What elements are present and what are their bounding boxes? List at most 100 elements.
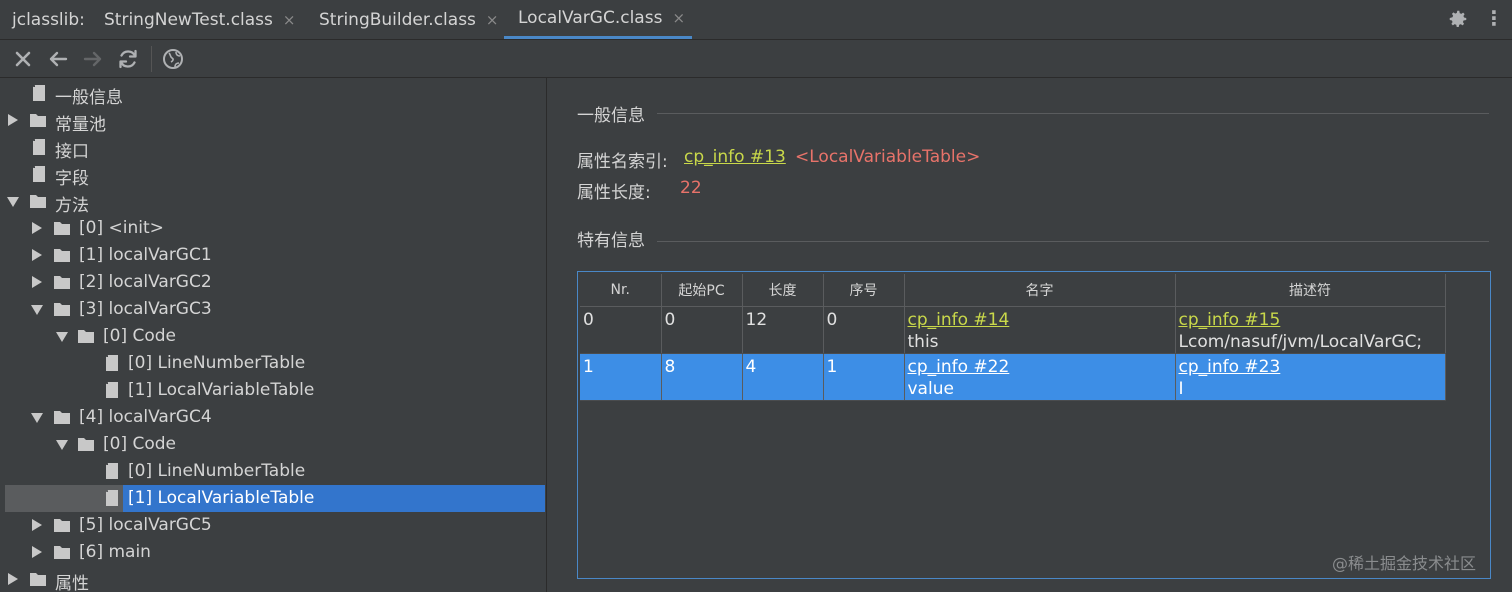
tree-node-label: [0] LineNumberTable bbox=[128, 353, 306, 373]
name-cp-link[interactable]: cp_info #22 bbox=[908, 356, 1172, 378]
editor-tab-bar: jclasslib: StringNewTest.class × StringB… bbox=[0, 0, 1512, 40]
tree-node-fields[interactable]: 字段 bbox=[0, 161, 545, 189]
tree-node-local-variable-table-selected[interactable]: [1] LocalVariableTable bbox=[0, 485, 545, 512]
tree-node-method-localvargc3[interactable]: [3] localVarGC3 bbox=[0, 296, 545, 323]
expand-arrow-icon[interactable] bbox=[32, 276, 42, 288]
tree-node-label: 方法 bbox=[55, 196, 89, 216]
cell-text: 0 bbox=[826, 310, 838, 330]
name-value: this bbox=[907, 332, 939, 352]
tab-stringnewtest[interactable]: StringNewTest.class × bbox=[104, 0, 295, 39]
expand-arrow-icon[interactable] bbox=[32, 519, 42, 531]
tab-localvargc[interactable]: LocalVarGC.class × bbox=[504, 0, 692, 39]
close-icon[interactable]: × bbox=[486, 11, 499, 29]
expand-arrow-icon[interactable] bbox=[32, 249, 42, 261]
attr-name-value: <LocalVariableTable> bbox=[795, 147, 981, 167]
table-header-row: Nr. 起始PC 长度 序号 名字 描述符 bbox=[580, 274, 1446, 307]
folder-icon bbox=[30, 114, 46, 127]
column-header-start-pc[interactable]: 起始PC bbox=[661, 274, 743, 307]
tree-node-label: [0] Code bbox=[103, 434, 177, 454]
cell-text: 0 bbox=[664, 310, 676, 330]
tabbar-prefix: jclasslib: bbox=[12, 10, 85, 30]
table-row[interactable]: 0 0 12 0 cp_info #14 this cp_info #15 Lc… bbox=[580, 306, 1446, 354]
tree-node-method-localvargc1[interactable]: [1] localVarGC1 bbox=[0, 242, 545, 269]
tree-node-label: 一般信息 bbox=[55, 88, 123, 108]
folder-icon bbox=[54, 249, 70, 262]
descriptor-cp-link[interactable]: cp_info #23 bbox=[1179, 356, 1442, 378]
structure-tree: 一般信息 常量池 接口 字段 方法 [0] <init> [1] localVa… bbox=[0, 78, 545, 592]
tree-node-general-info[interactable]: 一般信息 bbox=[0, 80, 545, 108]
column-header-index[interactable]: 序号 bbox=[823, 274, 905, 307]
watermark: @稀土掘金技术社区 bbox=[1332, 554, 1477, 573]
cell-index: 0 bbox=[823, 306, 905, 354]
folder-icon bbox=[54, 222, 70, 235]
tree-node-line-number-table[interactable]: [0] LineNumberTable bbox=[0, 350, 545, 377]
tree-node-method-init[interactable]: [0] <init> bbox=[0, 215, 545, 242]
tree-node-label: 接口 bbox=[55, 142, 89, 162]
file-icon bbox=[106, 490, 118, 506]
cell-descriptor: cp_info #23 I bbox=[1175, 353, 1446, 401]
tree-node-interfaces[interactable]: 接口 bbox=[0, 134, 545, 162]
tree-node-methods[interactable]: 方法 bbox=[0, 188, 545, 216]
collapse-arrow-icon[interactable] bbox=[56, 440, 68, 450]
close-icon[interactable]: × bbox=[672, 9, 685, 27]
descriptor-value: Lcom/nasuf/jvm/LocalVarGC; bbox=[1178, 332, 1423, 352]
descriptor-value: I bbox=[1178, 379, 1184, 399]
back-arrow-icon[interactable] bbox=[46, 47, 70, 71]
collapse-arrow-icon[interactable] bbox=[56, 332, 68, 342]
expand-arrow-icon[interactable] bbox=[32, 222, 42, 234]
expand-arrow-icon[interactable] bbox=[8, 573, 18, 585]
collapse-arrow-icon[interactable] bbox=[7, 197, 19, 207]
tree-node-label: [1] LocalVariableTable bbox=[128, 488, 315, 508]
close-icon[interactable]: × bbox=[283, 11, 296, 29]
tab-label: LocalVarGC.class bbox=[518, 8, 663, 28]
tree-node-method-localvargc5[interactable]: [5] localVarGC5 bbox=[0, 512, 545, 539]
cell-text: 1 bbox=[583, 357, 594, 377]
cell-name: cp_info #14 this bbox=[904, 306, 1176, 354]
attr-name-index-link[interactable]: cp_info #13 bbox=[684, 147, 786, 167]
cell-text: 12 bbox=[745, 310, 768, 330]
tab-stringbuilder[interactable]: StringBuilder.class × bbox=[319, 0, 498, 39]
table-row-selected[interactable]: 1 8 4 1 cp_info #22 value cp_info #23 I bbox=[580, 353, 1446, 401]
tree-node-method-main[interactable]: [6] main bbox=[0, 539, 545, 566]
file-icon bbox=[106, 355, 118, 371]
tree-node-label: [2] localVarGC2 bbox=[79, 272, 212, 292]
forward-arrow-icon[interactable] bbox=[81, 47, 105, 71]
file-icon bbox=[33, 139, 45, 155]
more-options-icon[interactable]: ⋮ bbox=[1484, 6, 1504, 30]
close-icon[interactable] bbox=[11, 47, 35, 71]
cell-start-pc: 8 bbox=[661, 353, 743, 401]
tree-node-code[interactable]: [0] Code bbox=[0, 323, 545, 350]
tree-node-code[interactable]: [0] Code bbox=[0, 431, 545, 458]
folder-icon bbox=[30, 195, 46, 208]
collapse-arrow-icon[interactable] bbox=[31, 305, 43, 315]
attr-length-label: 属性长度: bbox=[577, 183, 651, 203]
tree-node-local-variable-table[interactable]: [1] LocalVariableTable bbox=[0, 377, 545, 404]
cell-text: 8 bbox=[664, 357, 676, 377]
tree-node-label: [1] localVarGC1 bbox=[79, 245, 212, 265]
folder-icon bbox=[78, 438, 94, 451]
tree-node-attributes[interactable]: 属性 bbox=[0, 566, 545, 592]
name-cp-link[interactable]: cp_info #14 bbox=[908, 309, 1172, 331]
column-header-name[interactable]: 名字 bbox=[904, 274, 1176, 307]
tree-node-label: 属性 bbox=[55, 574, 89, 592]
cell-nr: 1 bbox=[580, 353, 662, 401]
collapse-arrow-icon[interactable] bbox=[31, 413, 43, 423]
descriptor-cp-link[interactable]: cp_info #15 bbox=[1179, 309, 1442, 331]
expand-arrow-icon[interactable] bbox=[8, 114, 18, 126]
tree-node-method-localvargc2[interactable]: [2] localVarGC2 bbox=[0, 269, 545, 296]
gear-icon[interactable] bbox=[1447, 8, 1469, 30]
section-title-general: 一般信息 bbox=[577, 106, 645, 126]
column-header-descriptor[interactable]: 描述符 bbox=[1175, 274, 1446, 307]
refresh-icon[interactable] bbox=[116, 47, 140, 71]
tree-node-label: [5] localVarGC5 bbox=[79, 515, 212, 535]
tree-node-method-localvargc4[interactable]: [4] localVarGC4 bbox=[0, 404, 545, 431]
web-icon[interactable] bbox=[161, 47, 185, 71]
expand-arrow-icon[interactable] bbox=[32, 546, 42, 558]
column-header-length[interactable]: 长度 bbox=[742, 274, 824, 307]
tree-node-line-number-table[interactable]: [0] LineNumberTable bbox=[0, 458, 545, 485]
column-header-nr[interactable]: Nr. bbox=[580, 274, 662, 307]
tree-node-label: [0] LineNumberTable bbox=[128, 461, 306, 481]
tree-node-constant-pool[interactable]: 常量池 bbox=[0, 107, 545, 135]
folder-icon bbox=[54, 303, 70, 316]
attr-length-value: 22 bbox=[680, 178, 702, 198]
